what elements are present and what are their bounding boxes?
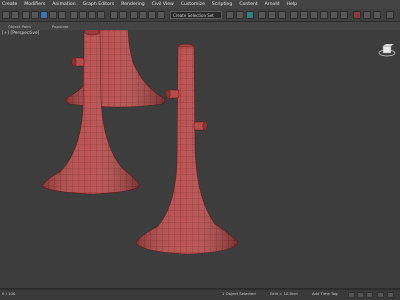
menu-content[interactable]: Content	[239, 2, 257, 7]
menu-scripting[interactable]: Scripting	[212, 2, 232, 7]
zoom-icon[interactable]	[377, 292, 384, 298]
material-editor-icon[interactable]	[246, 11, 254, 19]
layer-icon[interactable]	[130, 11, 138, 19]
perspective-viewport[interactable]: [+] [Perspective]	[0, 30, 400, 288]
play-forward-icon[interactable]	[366, 292, 373, 298]
viewcube-icon[interactable]	[378, 44, 396, 58]
select-object-icon[interactable]	[40, 11, 48, 19]
tool-icon-2[interactable]	[310, 11, 318, 19]
ribbon-icon[interactable]	[139, 11, 147, 19]
horn-right[interactable]	[135, 43, 239, 255]
render-setup-icon[interactable]	[258, 11, 266, 19]
scene-canvas	[41, 30, 239, 255]
scene-explorer-icon[interactable]	[236, 11, 244, 19]
tool-icon-3[interactable]	[320, 11, 328, 19]
snap-icon[interactable]	[70, 11, 78, 19]
menu-arnold[interactable]: Arnold	[265, 2, 280, 7]
populate-label[interactable]: Populate	[52, 24, 69, 29]
scale-icon[interactable]	[58, 11, 66, 19]
frame-counter: 0 / 100	[2, 291, 16, 296]
expand-toolbar-icon[interactable]	[386, 11, 394, 19]
status-bar: 0 / 100 1 Object Selected Grid = 10.0cm …	[0, 288, 400, 300]
arnold-ipr-icon[interactable]	[363, 11, 371, 19]
menu-create[interactable]: Create	[2, 2, 17, 7]
arnold-tool-icon[interactable]	[373, 11, 381, 19]
menu-bar: Create Modifiers Animation Graph Editors…	[0, 0, 400, 9]
menu-rendering[interactable]: Rendering	[121, 2, 144, 7]
tool-icon-4[interactable]	[330, 11, 338, 19]
play-back-icon[interactable]	[348, 292, 355, 298]
unlink-icon[interactable]	[31, 11, 39, 19]
selection-status: 1 Object Selected	[222, 291, 256, 296]
undo-icon[interactable]	[2, 11, 10, 19]
timeline-track[interactable]	[0, 289, 400, 290]
align-icon[interactable]	[119, 11, 127, 19]
percent-snap-icon[interactable]	[88, 11, 96, 19]
menu-graph-editors[interactable]: Graph Editors	[83, 2, 115, 7]
spinner-snap-icon[interactable]	[97, 11, 105, 19]
flared-object-back[interactable]	[65, 30, 166, 108]
render-icon[interactable]	[278, 11, 286, 19]
selection-set-dropdown[interactable]: Create Selection Set	[170, 11, 222, 19]
rendered-frame-icon[interactable]	[268, 11, 276, 19]
mirror-icon[interactable]	[110, 11, 118, 19]
add-time-tag-button[interactable]: Add Time Tag	[312, 291, 337, 296]
ribbon-subbar: Object Paint Populate	[0, 22, 400, 30]
curve-editor-icon[interactable]	[148, 11, 156, 19]
grid-status: Grid = 10.0cm	[270, 291, 298, 296]
tool-icon-5[interactable]	[340, 11, 348, 19]
menu-customize[interactable]: Customize	[181, 2, 205, 7]
object-paint-label[interactable]: Object Paint	[8, 24, 31, 29]
tool-icon-1[interactable]	[300, 11, 308, 19]
rotate-icon[interactable]	[49, 11, 57, 19]
redo-icon[interactable]	[11, 11, 19, 19]
manage-sets-icon[interactable]	[226, 11, 234, 19]
render-active-icon[interactable]	[290, 11, 298, 19]
menu-modifiers[interactable]: Modifiers	[24, 2, 45, 7]
menu-help[interactable]: Help	[287, 2, 297, 7]
link-icon[interactable]	[22, 11, 30, 19]
arnold-render-icon[interactable]	[353, 11, 361, 19]
angle-snap-icon[interactable]	[79, 11, 87, 19]
menu-civil-view[interactable]: Civil View	[152, 2, 174, 7]
menu-animation[interactable]: Animation	[52, 2, 75, 7]
schematic-icon[interactable]	[157, 11, 165, 19]
main-toolbar: Create Selection Set	[0, 9, 400, 22]
maximize-viewport-icon[interactable]	[387, 292, 394, 298]
play-icon[interactable]	[357, 292, 364, 298]
